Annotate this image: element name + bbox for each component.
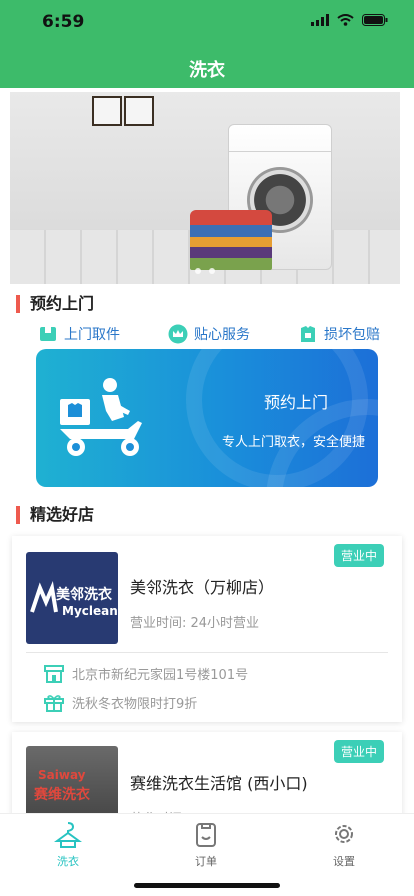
shop-address: 北京市新纪元家园1号楼101号 xyxy=(44,664,248,683)
service-pickup[interactable]: 上门取件 xyxy=(38,324,120,344)
battery-icon xyxy=(362,14,388,26)
shop-name: 赛维洗衣生活馆 (西小口) xyxy=(130,774,308,793)
section-title-booking: 预约上门 xyxy=(16,295,94,313)
divider xyxy=(26,652,388,653)
gift-icon xyxy=(44,694,64,712)
tab-label: 订单 xyxy=(195,855,217,868)
service-label: 上门取件 xyxy=(64,327,120,343)
shop-logo: 美邻洗衣 Myclean xyxy=(26,552,118,644)
shop-hours: 营业时间: 24小时营业 xyxy=(130,616,260,631)
service-label: 贴心服务 xyxy=(194,327,250,343)
shop-card[interactable]: 美邻洗衣 Myclean 美邻洗衣（万柳店） 营业时间: 24小时营业 营业中 … xyxy=(12,536,402,722)
service-care[interactable]: 贴心服务 xyxy=(168,324,250,344)
wifi-icon xyxy=(337,14,354,26)
booking-subtitle: 专人上门取衣，安全便捷 xyxy=(222,435,366,450)
status-time: 6:59 xyxy=(42,12,85,32)
storefront-icon xyxy=(44,664,64,683)
shirt-tag-icon xyxy=(301,326,315,342)
box-icon xyxy=(40,327,56,341)
shop-name: 美邻洗衣（万柳店） xyxy=(130,578,275,597)
shop-promo: 洗秋冬衣物限时打9折 xyxy=(44,693,197,712)
service-compensation[interactable]: 损坏包赔 xyxy=(298,324,380,344)
carousel-dots[interactable] xyxy=(10,268,400,274)
home-indicator xyxy=(134,883,280,888)
app-header: 6:59 洗衣 xyxy=(0,0,414,88)
tab-orders[interactable]: 订单 xyxy=(166,820,246,869)
service-label: 损坏包赔 xyxy=(324,327,380,343)
page-title: 洗衣 xyxy=(189,60,225,81)
clipboard-icon xyxy=(196,823,216,847)
tab-settings[interactable]: 设置 xyxy=(304,820,384,869)
status-icons xyxy=(311,14,388,26)
tab-laundry[interactable]: 洗衣 xyxy=(28,820,108,869)
booking-title: 预约上门 xyxy=(264,393,329,412)
crown-icon xyxy=(168,324,188,344)
promo-banner[interactable] xyxy=(10,92,400,284)
wall-clock-icon xyxy=(124,96,154,126)
laundry-basket-image xyxy=(190,210,272,270)
section-title-shops: 精选好店 xyxy=(16,506,94,524)
gear-icon xyxy=(335,825,353,843)
booking-card[interactable]: 预约上门 专人上门取衣，安全便捷 xyxy=(36,349,378,487)
status-badge: 营业中 xyxy=(333,544,384,567)
status-badge: 营业中 xyxy=(333,740,384,763)
tab-bar: 洗衣 订单 设置 xyxy=(0,813,414,896)
tab-label: 设置 xyxy=(333,855,355,868)
service-features: 上门取件 贴心服务 损坏包赔 xyxy=(38,324,380,344)
signal-icon xyxy=(311,14,329,26)
tab-label: 洗衣 xyxy=(57,855,79,868)
delivery-scooter-icon xyxy=(60,378,142,456)
picture-frame-icon xyxy=(92,96,122,126)
hanger-icon xyxy=(53,822,83,848)
